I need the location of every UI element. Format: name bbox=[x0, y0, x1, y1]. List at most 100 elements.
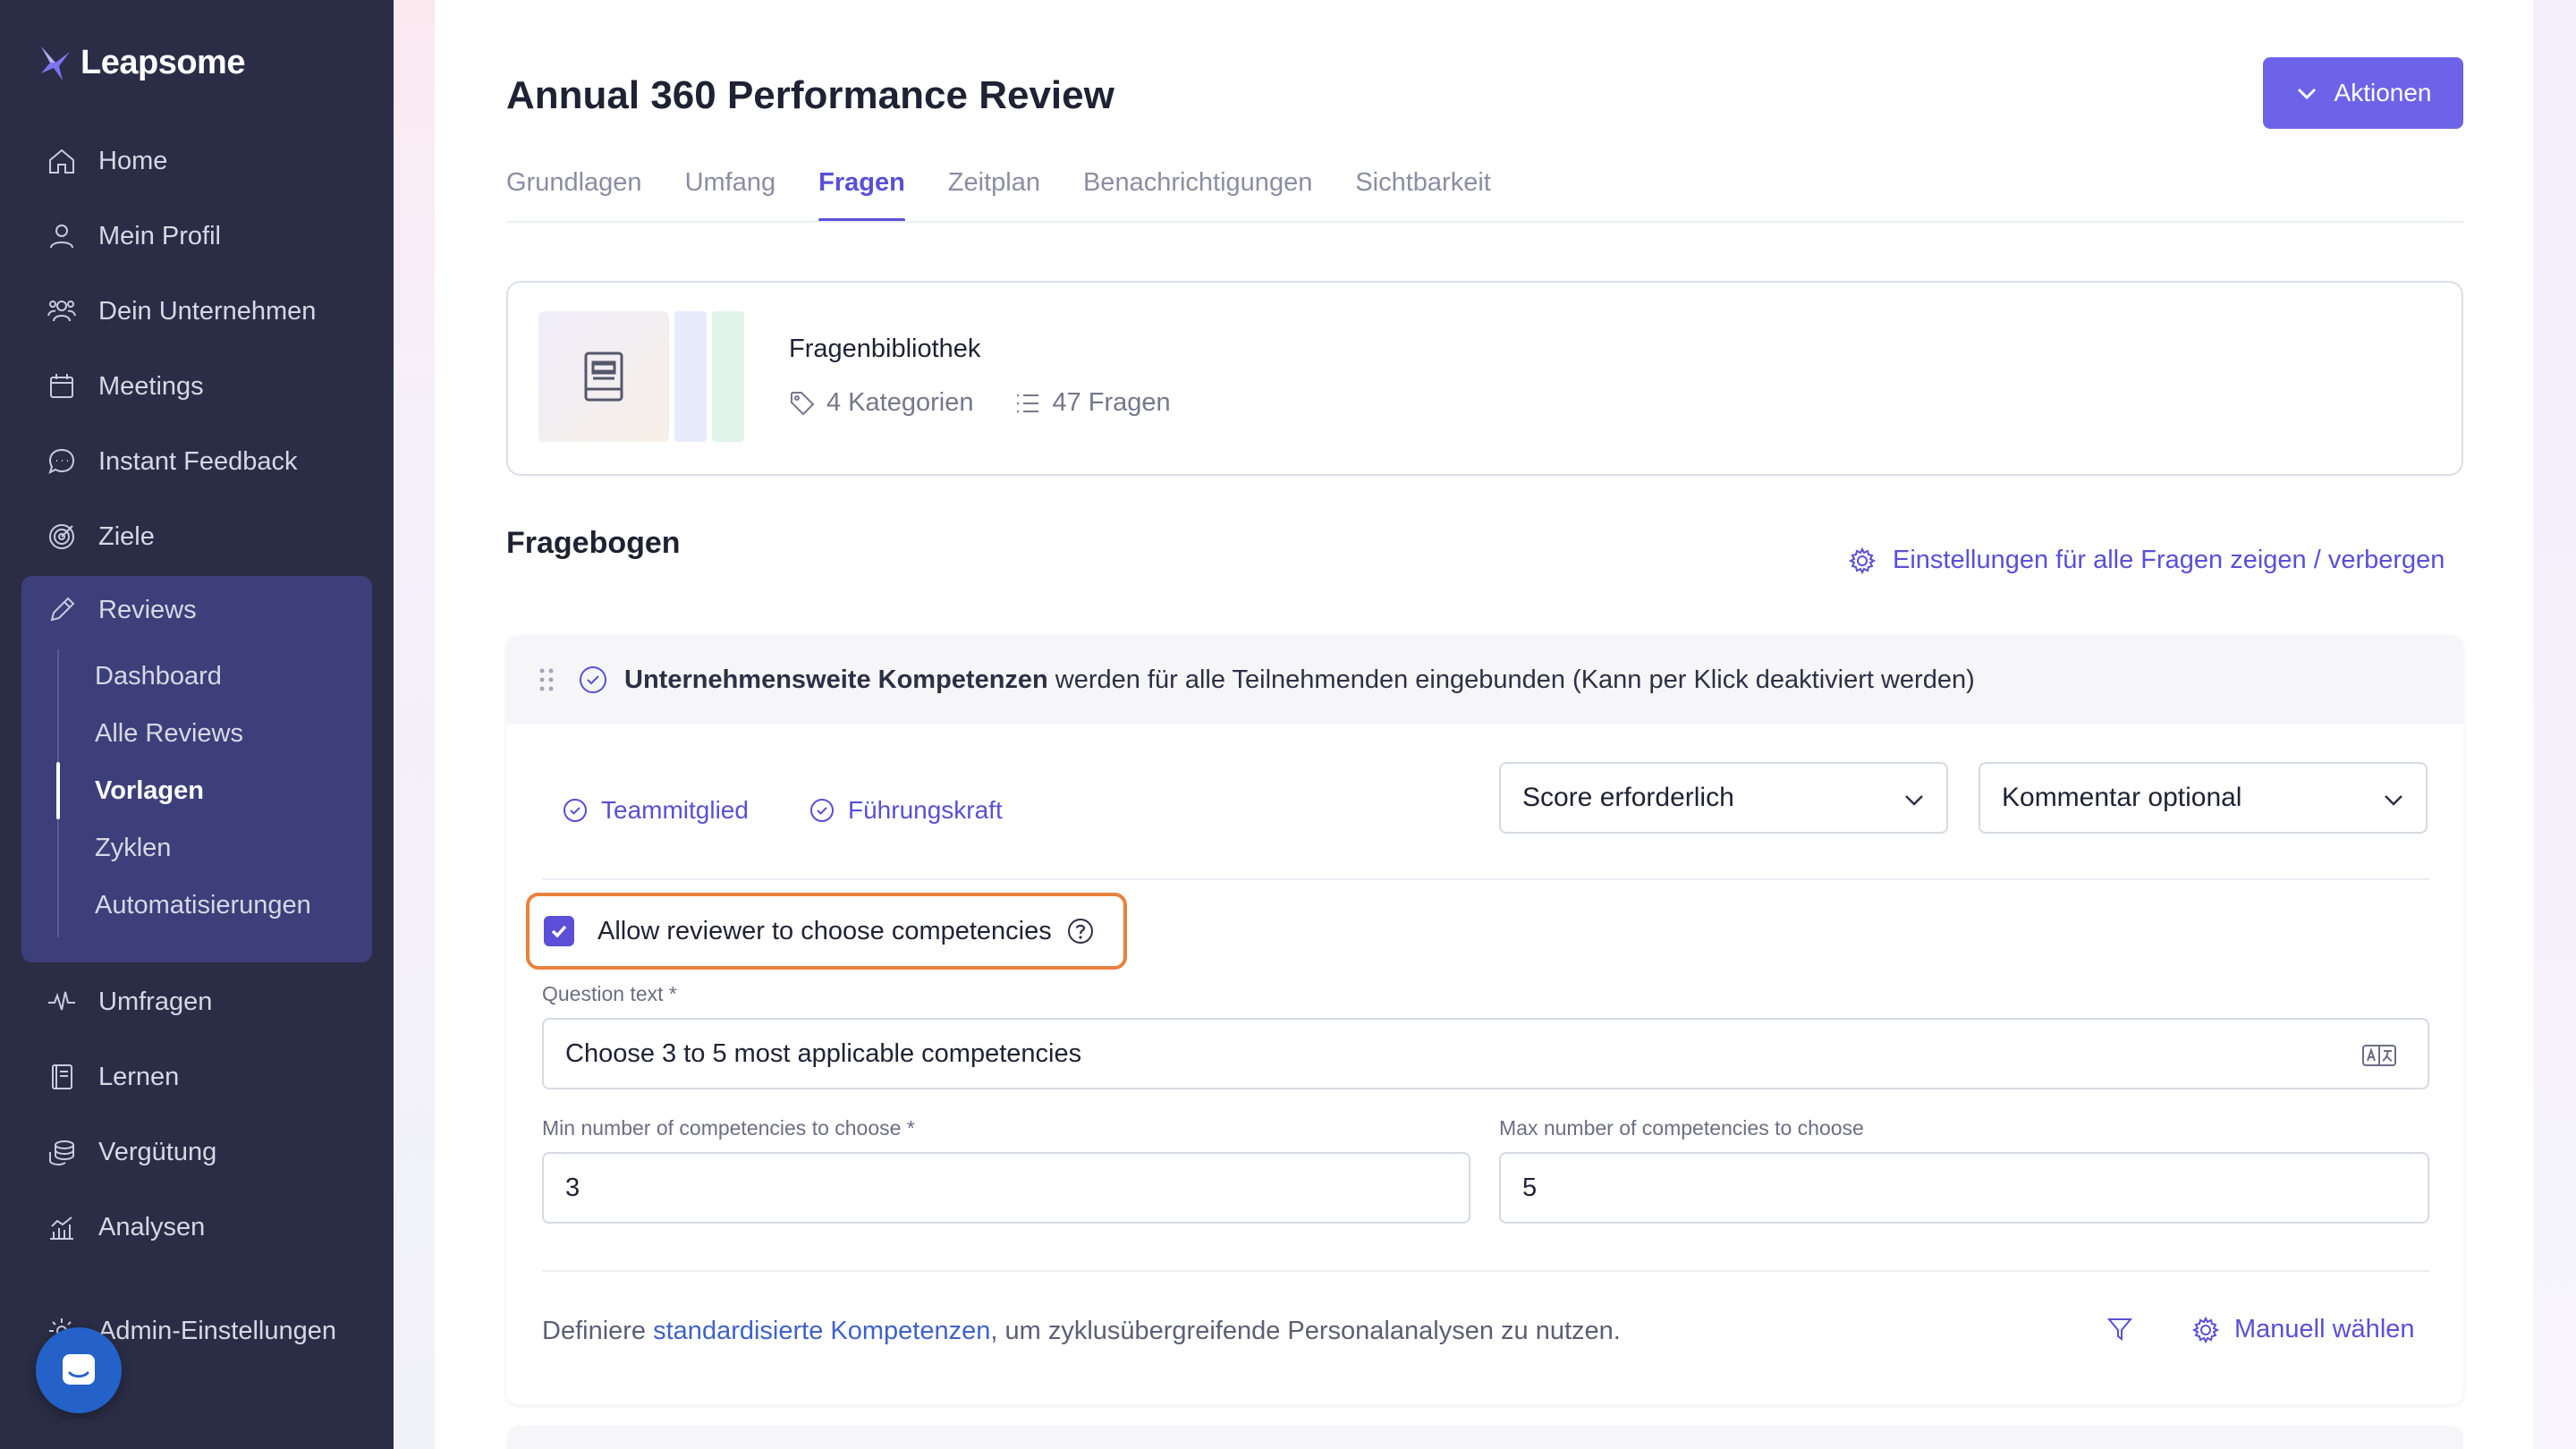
comment-select[interactable]: Kommentar optional bbox=[1979, 762, 2428, 834]
check-circle-icon bbox=[580, 666, 606, 693]
actions-button[interactable]: Aktionen bbox=[2263, 57, 2463, 129]
sidebar-item-label: Dein Unternehmen bbox=[98, 296, 317, 326]
actions-button-label: Aktionen bbox=[2334, 79, 2432, 106]
chat-icon bbox=[48, 448, 75, 474]
sidebar-item-lernen[interactable]: Lernen bbox=[21, 1043, 372, 1111]
question-text-input[interactable]: Choose 3 to 5 most applicable competenci… bbox=[542, 1018, 2429, 1089]
tab-bar: Grundlagen Umfang Fragen Zeitplan Benach… bbox=[506, 168, 1491, 222]
gear-icon bbox=[1848, 547, 1877, 574]
submenu-active-indicator bbox=[56, 762, 60, 819]
tab-benachrichtigungen[interactable]: Benachrichtigungen bbox=[1083, 168, 1312, 222]
divider bbox=[542, 878, 2429, 880]
sidebar-item-dein-unternehmen[interactable]: Dein Unternehmen bbox=[21, 277, 372, 345]
translate-icon[interactable] bbox=[2361, 1043, 2397, 1068]
document-icon bbox=[584, 352, 623, 402]
sidebar-item-instant-feedback[interactable]: Instant Feedback bbox=[21, 428, 372, 496]
library-thumbnail-stack bbox=[712, 311, 744, 442]
sidebar-item-home[interactable]: Home bbox=[21, 127, 372, 195]
tab-grundlagen[interactable]: Grundlagen bbox=[506, 168, 642, 222]
check-circle-icon bbox=[564, 799, 587, 822]
sidebar-item-label: Umfragen bbox=[98, 987, 213, 1016]
chevron-down-icon bbox=[1905, 795, 1923, 806]
min-competencies-value: 3 bbox=[565, 1173, 580, 1202]
tab-umfang[interactable]: Umfang bbox=[685, 168, 776, 222]
allow-choose-label: Allow reviewer to choose competencies bbox=[597, 916, 1052, 945]
sidebar-subitem-vorlagen[interactable]: Vorlagen bbox=[95, 776, 204, 806]
max-competencies-value: 5 bbox=[1522, 1173, 1538, 1202]
settings-link-label: Einstellungen für alle Fragen zeigen / v… bbox=[1893, 546, 2445, 574]
divider bbox=[542, 1270, 2429, 1272]
filter-icon[interactable] bbox=[2106, 1315, 2134, 1343]
help-icon[interactable] bbox=[1066, 917, 1095, 945]
sidebar: Leapsome Home Mein Profil Dein Unternehm… bbox=[0, 0, 394, 1449]
library-questions: 47 Fragen bbox=[1052, 388, 1171, 417]
tab-fragen[interactable]: Fragen bbox=[818, 168, 905, 222]
library-categories: 4 Kategorien bbox=[826, 388, 974, 417]
max-competencies-input[interactable]: 5 bbox=[1499, 1152, 2429, 1224]
role-fuehrungskraft[interactable]: Führungskraft bbox=[809, 796, 1003, 825]
sidebar-item-label: Lernen bbox=[98, 1062, 180, 1091]
next-question-card bbox=[506, 1426, 2463, 1449]
chart-icon bbox=[50, 1216, 73, 1240]
sidebar-item-label: Analysen bbox=[98, 1212, 206, 1241]
list-icon bbox=[1017, 394, 1039, 412]
calendar-icon bbox=[50, 374, 73, 398]
sidebar-item-umfragen[interactable]: Umfragen bbox=[21, 968, 372, 1036]
question-text-value: Choose 3 to 5 most applicable competenci… bbox=[565, 1038, 1082, 1068]
sidebar-item-analysen[interactable]: Analysen bbox=[21, 1193, 372, 1261]
sidebar-item-label: Admin-Einstellungen bbox=[98, 1316, 336, 1345]
leapsome-logo-icon bbox=[41, 47, 70, 80]
tab-sichtbarkeit[interactable]: Sichtbarkeit bbox=[1355, 168, 1491, 222]
allow-choose-checkbox[interactable] bbox=[544, 916, 574, 946]
sidebar-item-label: Ziele bbox=[98, 521, 155, 551]
sidebar-item-label: Home bbox=[98, 146, 168, 175]
support-chat-button[interactable] bbox=[36, 1327, 122, 1413]
standard-competencies-link[interactable]: standardisierte Kompetenzen bbox=[653, 1317, 990, 1345]
toggle-settings-link[interactable]: Einstellungen für alle Fragen zeigen / v… bbox=[1848, 546, 2445, 575]
sidebar-item-reviews[interactable]: Reviews bbox=[21, 576, 372, 644]
sidebar-item-label: Reviews bbox=[98, 595, 197, 624]
sidebar-subitem-automatisierungen[interactable]: Automatisierungen bbox=[95, 891, 311, 920]
sidebar-item-verguetung[interactable]: Vergütung bbox=[21, 1118, 372, 1186]
manual-select-label: Manuell wählen bbox=[2234, 1315, 2415, 1343]
sidebar-subitem-dashboard[interactable]: Dashboard bbox=[95, 662, 222, 691]
brand-name: Leapsome bbox=[80, 43, 245, 81]
manual-select-button[interactable]: Manuell wählen bbox=[2191, 1315, 2415, 1344]
sidebar-item-meetings[interactable]: Meetings bbox=[21, 352, 372, 420]
comment-select-value: Kommentar optional bbox=[2002, 783, 2242, 812]
tag-icon bbox=[791, 391, 815, 415]
pencil-icon bbox=[50, 597, 75, 622]
sidebar-item-mein-profil[interactable]: Mein Profil bbox=[21, 202, 372, 270]
library-title: Fragenbibliothek bbox=[789, 335, 981, 363]
sidebar-item-label: Mein Profil bbox=[98, 221, 221, 250]
question-text-label: Question text * bbox=[542, 982, 677, 1005]
sidebar-subitem-zyklen[interactable]: Zyklen bbox=[95, 834, 171, 863]
role-label: Führungskraft bbox=[848, 796, 1003, 824]
question-card-header[interactable]: Unternehmensweite Kompetenzen werden für… bbox=[506, 635, 2463, 724]
library-meta: 4 Kategorien 47 Fragen bbox=[789, 388, 1171, 418]
background-decoration bbox=[394, 0, 435, 1449]
page-title: Annual 360 Performance Review bbox=[506, 73, 1114, 117]
tab-zeitplan[interactable]: Zeitplan bbox=[948, 168, 1040, 222]
question-library-card[interactable]: Fragenbibliothek 4 Kategorien 47 Fragen bbox=[506, 281, 2463, 476]
users-icon bbox=[47, 301, 76, 322]
hint-suffix: , um zyklusübergreifende Personalanalyse… bbox=[990, 1317, 1621, 1345]
min-competencies-input[interactable]: 3 bbox=[542, 1152, 1470, 1224]
allow-choose-competencies-option[interactable]: Allow reviewer to choose competencies bbox=[526, 893, 1127, 970]
role-teammitglied[interactable]: Teammitglied bbox=[562, 796, 749, 825]
sidebar-subitem-alle-reviews[interactable]: Alle Reviews bbox=[95, 719, 243, 749]
section-title: Fragebogen bbox=[506, 526, 681, 560]
pulse-icon bbox=[48, 991, 75, 1011]
sidebar-group-reviews: Reviews Dashboard Alle Reviews Vorlagen … bbox=[21, 576, 372, 962]
book-icon bbox=[52, 1064, 72, 1089]
role-label: Teammitglied bbox=[601, 796, 749, 824]
header-bold-text: Unternehmensweite Kompetenzen bbox=[624, 665, 1048, 694]
drag-handle-icon[interactable] bbox=[538, 667, 555, 692]
sidebar-item-label: Instant Feedback bbox=[98, 446, 298, 476]
brand-logo[interactable]: Leapsome bbox=[39, 43, 245, 82]
gear-icon bbox=[2191, 1316, 2220, 1343]
sidebar-item-ziele[interactable]: Ziele bbox=[21, 503, 372, 571]
home-icon bbox=[49, 148, 74, 174]
chat-support-icon bbox=[63, 1354, 95, 1385]
score-select[interactable]: Score erforderlich bbox=[1499, 762, 1948, 834]
